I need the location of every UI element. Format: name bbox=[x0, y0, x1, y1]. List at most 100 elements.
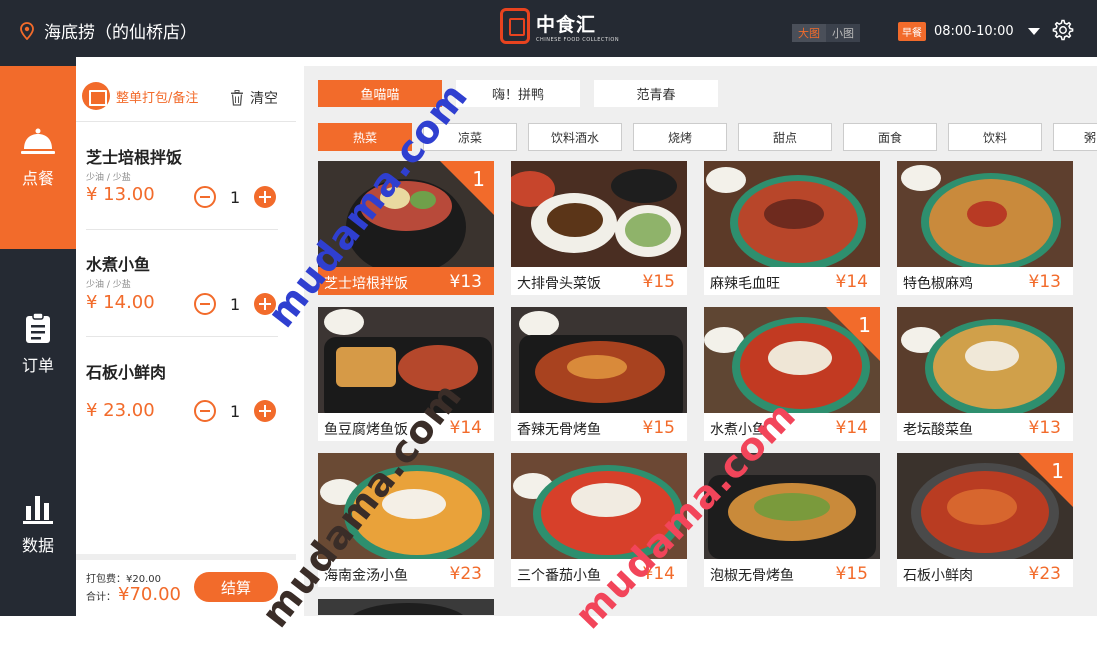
meal-badge: 早餐 bbox=[898, 22, 926, 41]
store-name: 海底捞（的仙桥店） bbox=[44, 23, 197, 43]
quantity-stepper: 1 bbox=[194, 293, 276, 315]
dish-name: 特色椒麻鸡 bbox=[903, 276, 973, 292]
bar-chart-icon bbox=[23, 496, 53, 524]
dish-photo bbox=[318, 599, 494, 615]
category-tabs: 热菜 凉菜 饮料酒水 烧烤 甜点 面食 饮料 粥 bbox=[318, 123, 1097, 151]
order-item-name: 石板小鲜肉 bbox=[86, 363, 167, 382]
dish-card[interactable] bbox=[318, 599, 494, 615]
nav-label-orders: 订单 bbox=[21, 356, 54, 375]
dish-photo bbox=[318, 453, 494, 559]
dish-name: 海南金汤小鱼 bbox=[324, 568, 408, 584]
dish-price: ¥15 bbox=[835, 564, 868, 584]
quantity-stepper: 1 bbox=[194, 400, 276, 422]
minus-icon[interactable] bbox=[194, 186, 216, 208]
logo-mark-icon bbox=[500, 8, 530, 44]
dish-price: ¥14 bbox=[835, 272, 868, 292]
dish-photo bbox=[511, 307, 687, 413]
dish-count: 1 bbox=[1051, 459, 1064, 483]
clear-button[interactable]: 清空 bbox=[230, 88, 278, 108]
dish-photo bbox=[704, 161, 880, 267]
dish-card[interactable]: 老坛酸菜鱼 ¥13 bbox=[897, 307, 1073, 441]
left-nav: 点餐 订单 数据 bbox=[0, 57, 76, 616]
order-item-note: 少油 / 少盐 bbox=[86, 173, 131, 183]
category-tab[interactable]: 甜点 bbox=[738, 123, 832, 151]
category-tab[interactable]: 饮料酒水 bbox=[528, 123, 622, 151]
nav-item-order-food[interactable]: 点餐 bbox=[0, 66, 76, 249]
nav-item-orders[interactable]: 订单 bbox=[0, 312, 76, 376]
meal-time: 08:00-10:00 bbox=[934, 24, 1014, 39]
dish-card[interactable]: 三个番茄小鱼 ¥14 bbox=[511, 453, 687, 587]
nav-label-data: 数据 bbox=[21, 536, 54, 555]
count-badge bbox=[440, 161, 494, 215]
category-tab[interactable]: 饮料 bbox=[948, 123, 1042, 151]
dish-photo bbox=[511, 161, 687, 267]
dish-card[interactable]: 香辣无骨烤鱼 ¥15 bbox=[511, 307, 687, 441]
store-selector[interactable]: 海底捞（的仙桥店） bbox=[20, 18, 197, 43]
trash-icon bbox=[231, 90, 243, 106]
dish-name: 香辣无骨烤鱼 bbox=[517, 422, 601, 438]
view-toggle: 大图 小图 bbox=[792, 24, 860, 42]
dish-name: 石板小鲜肉 bbox=[903, 568, 973, 584]
order-item-qty: 1 bbox=[230, 294, 241, 314]
dish-card[interactable]: 1 石板小鲜肉 ¥23 bbox=[897, 453, 1073, 587]
dish-card[interactable]: 1 水煮小鱼 ¥14 bbox=[704, 307, 880, 441]
dish-card[interactable]: 麻辣毛血旺 ¥14 bbox=[704, 161, 880, 295]
dish-price: ¥13 bbox=[1028, 418, 1061, 438]
shop-tab[interactable]: 嗨！拼鸭 bbox=[456, 80, 580, 107]
dish-photo bbox=[897, 307, 1073, 413]
view-small-button[interactable]: 小图 bbox=[826, 24, 860, 42]
category-tab[interactable]: 粥 bbox=[1053, 123, 1097, 151]
plus-icon[interactable] bbox=[254, 186, 276, 208]
minus-icon[interactable] bbox=[194, 293, 216, 315]
dish-price: ¥14 bbox=[449, 418, 482, 438]
order-item-name: 水煮小鱼 bbox=[86, 255, 151, 274]
category-tab[interactable]: 凉菜 bbox=[423, 123, 517, 151]
dish-card[interactable]: 泡椒无骨烤鱼 ¥15 bbox=[704, 453, 880, 587]
packing-fee: 打包费：¥20.00 bbox=[86, 574, 161, 585]
minus-icon[interactable] bbox=[194, 400, 216, 422]
order-item-price: ¥ 13.00 bbox=[86, 184, 155, 205]
dish-card[interactable]: 鱼豆腐烤鱼饭 ¥14 bbox=[318, 307, 494, 441]
gear-icon[interactable] bbox=[1052, 19, 1074, 41]
pack-label: 整单打包/备注 bbox=[116, 90, 199, 106]
quantity-stepper: 1 bbox=[194, 186, 276, 208]
divider bbox=[86, 229, 278, 230]
clear-label: 清空 bbox=[250, 91, 278, 107]
logo-en: CHINESE FOOD COLLECTION bbox=[536, 36, 620, 43]
dish-photo bbox=[704, 453, 880, 559]
view-large-button[interactable]: 大图 bbox=[792, 24, 826, 42]
dish-card[interactable]: 1 芝士培根拌饭 ¥13 bbox=[318, 161, 494, 295]
checkout-button[interactable]: 结算 bbox=[194, 572, 278, 602]
dish-price: ¥13 bbox=[449, 272, 482, 292]
dish-name: 泡椒无骨烤鱼 bbox=[710, 568, 794, 584]
dish-card[interactable]: 大排骨头菜饭 ¥15 bbox=[511, 161, 687, 295]
category-tab[interactable]: 热菜 bbox=[318, 123, 412, 151]
caret-down-icon bbox=[1027, 28, 1040, 35]
order-item-note: 少油 / 少盐 bbox=[86, 280, 131, 290]
shop-tab[interactable]: 鱼喵喵 bbox=[318, 80, 442, 107]
pack-note-button[interactable]: 整单打包/备注 bbox=[82, 82, 198, 110]
dish-name: 老坛酸菜鱼 bbox=[903, 422, 973, 438]
dish-card[interactable]: 特色椒麻鸡 ¥13 bbox=[897, 161, 1073, 295]
meal-period-selector[interactable]: 早餐 08:00-10:00 bbox=[898, 22, 1040, 41]
shop-tab[interactable]: 范青春 bbox=[594, 80, 718, 107]
dish-photo bbox=[318, 307, 494, 413]
dish-name: 大排骨头菜饭 bbox=[517, 276, 601, 292]
category-tab[interactable]: 烧烤 bbox=[633, 123, 727, 151]
dish-card[interactable]: 海南金汤小鱼 ¥23 bbox=[318, 453, 494, 587]
order-footer: 打包费：¥20.00 合计： ¥70.00 结算 bbox=[76, 554, 296, 611]
order-panel: 整单打包/备注 清空 芝士培根拌饭 少油 / 少盐 ¥ 13.00 1 水煮小鱼… bbox=[76, 66, 296, 611]
plus-icon[interactable] bbox=[254, 293, 276, 315]
dish-photo bbox=[511, 453, 687, 559]
order-item: 石板小鲜肉 ¥ 23.00 1 bbox=[86, 359, 278, 439]
nav-item-data[interactable]: 数据 bbox=[0, 494, 76, 556]
divider bbox=[86, 336, 278, 337]
dish-price: ¥23 bbox=[1028, 564, 1061, 584]
dish-name: 鱼豆腐烤鱼饭 bbox=[324, 422, 408, 438]
dish-price: ¥13 bbox=[1028, 272, 1061, 292]
cloche-icon bbox=[21, 128, 55, 154]
dish-price: ¥14 bbox=[642, 564, 675, 584]
location-pin-icon bbox=[20, 21, 34, 40]
plus-icon[interactable] bbox=[254, 400, 276, 422]
category-tab[interactable]: 面食 bbox=[843, 123, 937, 151]
